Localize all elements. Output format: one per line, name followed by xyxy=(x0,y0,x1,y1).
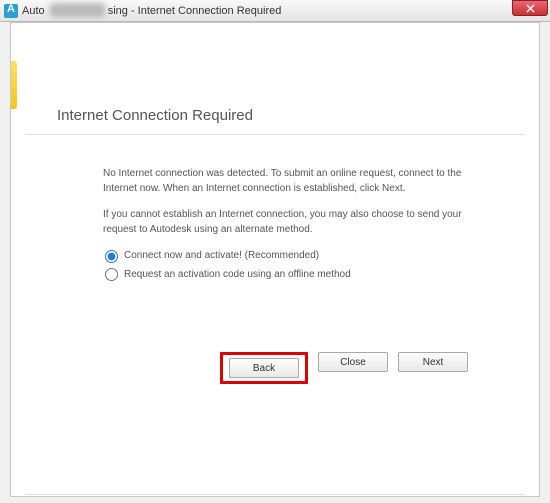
side-marker xyxy=(11,61,17,109)
back-button[interactable]: Back xyxy=(229,358,299,378)
window-title: Auto sing - Internet Connection Required xyxy=(22,5,281,17)
app-icon xyxy=(4,4,18,18)
window-close-button[interactable] xyxy=(512,0,548,16)
footer: Copyright 2016 Autodesk, Inc. All rights… xyxy=(25,494,525,497)
info-para-1: No Internet connection was detected. To … xyxy=(103,167,485,196)
option-connect-now-label[interactable]: Connect now and activate! (Recommended) xyxy=(124,249,319,264)
close-button[interactable]: Close xyxy=(318,352,388,372)
option-connect-now-radio[interactable] xyxy=(105,250,118,263)
next-button[interactable]: Next xyxy=(398,352,468,372)
dialog-body: Internet Connection Required No Internet… xyxy=(10,22,540,497)
button-row: Back Close Next xyxy=(203,352,485,384)
title-prefix: Auto xyxy=(22,5,45,17)
title-blur xyxy=(50,5,105,17)
option-offline-label[interactable]: Request an activation code using an offl… xyxy=(124,268,351,283)
page-title: Internet Connection Required xyxy=(57,107,525,124)
option-offline-radio[interactable] xyxy=(105,268,118,281)
title-suffix: sing - Internet Connection Required xyxy=(108,5,282,17)
close-icon xyxy=(526,4,535,13)
window-titlebar: Auto sing - Internet Connection Required xyxy=(0,0,550,22)
highlight-back: Back xyxy=(220,352,308,384)
info-para-2: If you cannot establish an Internet conn… xyxy=(103,208,485,237)
activation-options: Connect now and activate! (Recommended) … xyxy=(103,249,485,282)
